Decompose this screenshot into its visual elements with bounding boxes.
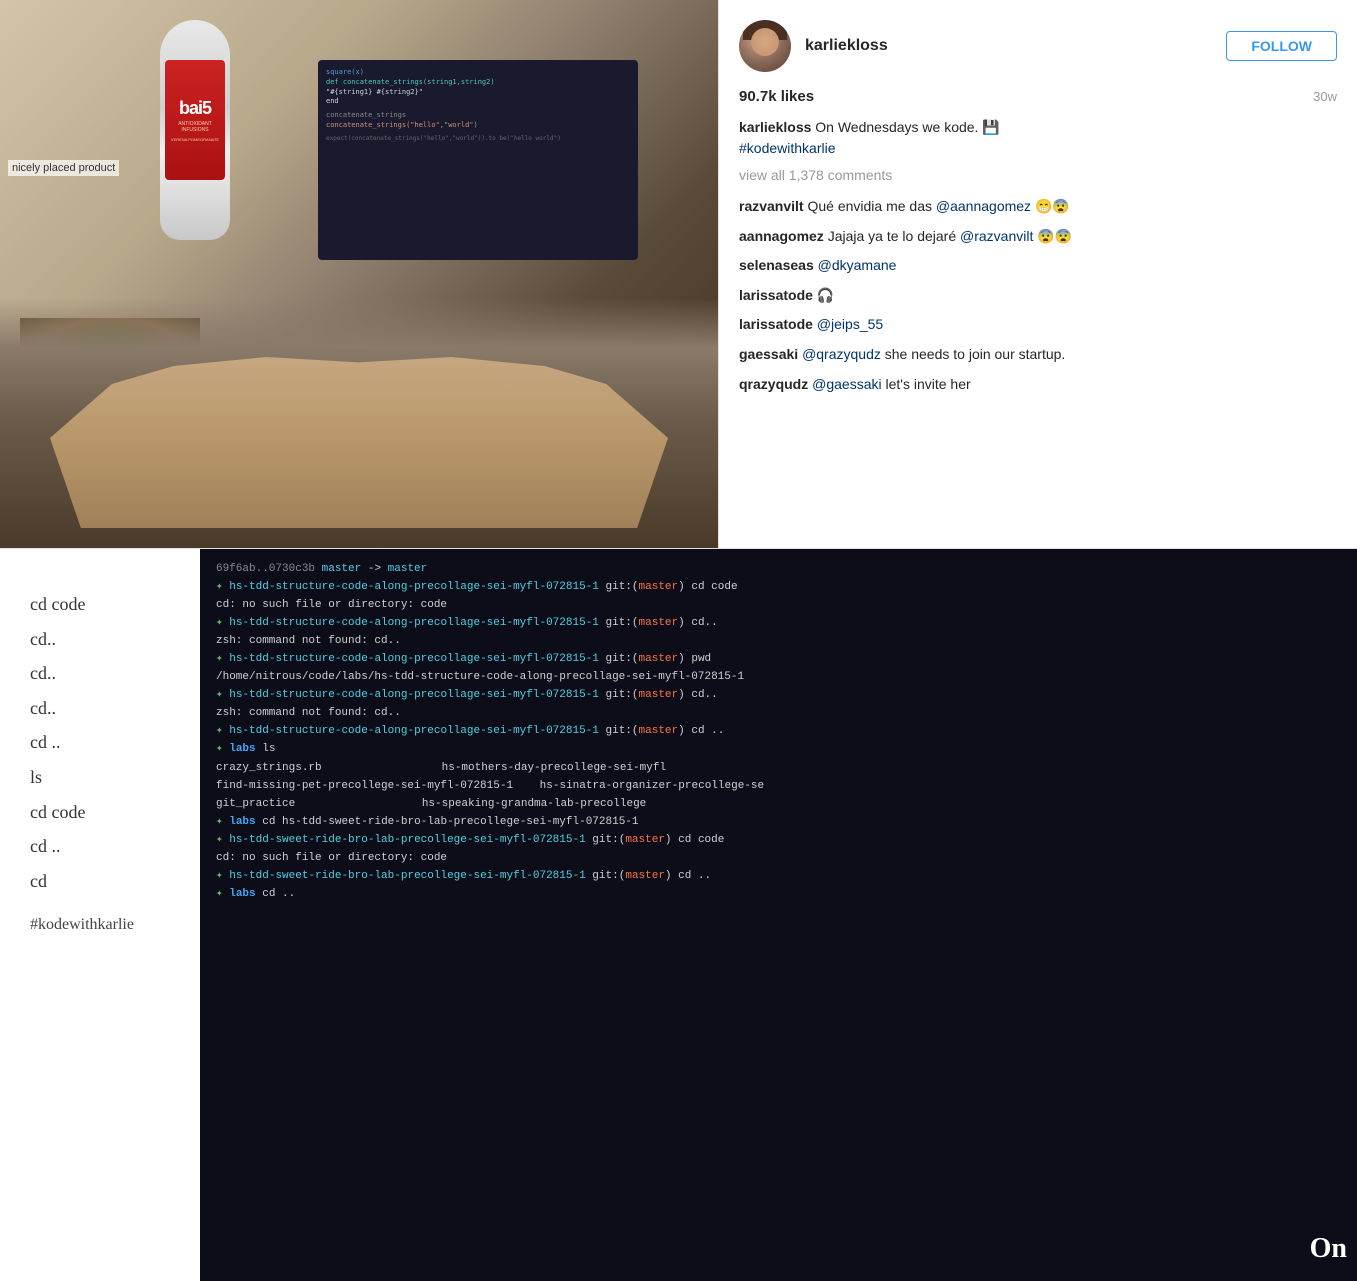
comment-item: larissatode @jeips_55 <box>739 315 1337 335</box>
comment-item: aannagomez Jajaja ya te lo dejaré @razva… <box>739 227 1337 247</box>
top-section: nicely placed product bai5 ANTIOXIDANTIN… <box>0 0 1357 548</box>
code-text-cd-dotdot: cd .. <box>30 831 180 862</box>
comment-list: razvanvilt Qué envidia me das @aannagome… <box>739 197 1337 394</box>
bottle-body: bai5 ANTIOXIDANTINFUSIONS VERENA POMEGRA… <box>160 20 230 240</box>
comment-username[interactable]: razvanvilt <box>739 198 804 214</box>
terminal-line: find-missing-pet-precollege-sei-myfl-072… <box>216 778 1341 795</box>
comment-username[interactable]: selenaseas <box>739 257 814 273</box>
terminal-line: zsh: command not found: cd.. <box>216 633 1341 650</box>
avatar[interactable] <box>739 20 791 72</box>
bai-bottle: bai5 ANTIOXIDANTINFUSIONS VERENA POMEGRA… <box>160 20 240 280</box>
comment-username[interactable]: aannagomez <box>739 228 824 244</box>
comment-text: Qué envidia me das <box>807 198 935 214</box>
main-container: nicely placed product bai5 ANTIOXIDANTIN… <box>0 0 1357 1281</box>
comment-username[interactable]: qrazyqudz <box>739 376 808 392</box>
code-line-7: expect(concatenate_strings("hello","worl… <box>326 135 630 143</box>
terminal-line: /home/nitrous/code/labs/hs-tdd-structure… <box>216 669 1341 686</box>
code-text-cd2: cd.. <box>30 658 180 689</box>
code-text-cd-code-2: cd code <box>30 797 180 828</box>
code-text-cd-space: cd .. <box>30 727 180 758</box>
terminal-line: ✦ labs cd .. <box>216 886 1341 903</box>
profile-header: karliekloss FOLLOW <box>739 20 1337 72</box>
comment-username[interactable]: larissatode <box>739 316 813 332</box>
keyboard-area <box>0 298 718 548</box>
bai-subtext: ANTIOXIDANTINFUSIONS <box>178 121 212 133</box>
terminal-line: ✦ hs-tdd-structure-code-along-precollage… <box>216 615 1341 632</box>
on-text-overlay: On <box>1310 1233 1347 1265</box>
top-photo: nicely placed product bai5 ANTIOXIDANTIN… <box>0 0 718 548</box>
comment-emoji: 😁😨 <box>1035 198 1070 214</box>
terminal-line: 69f6ab..0730c3b master -> master <box>216 561 1341 578</box>
comment-text: 🎧 <box>817 287 834 303</box>
bottom-section: cd code cd.. cd.. cd.. cd .. ls cd code … <box>0 548 1357 1281</box>
caption-username[interactable]: karliekloss <box>739 119 811 135</box>
comment-mention[interactable]: @qrazyqudz <box>802 346 881 362</box>
code-text-cd-code-1: cd code <box>30 589 180 620</box>
comment-mention[interactable]: @dkyamane <box>818 257 897 273</box>
right-panel: karliekloss FOLLOW 90.7k likes 30w karli… <box>718 0 1357 548</box>
terminal-line: ✦ labs ls <box>216 741 1341 758</box>
code-text-cd-bare: cd <box>30 866 180 897</box>
comment-username[interactable]: gaessaki <box>739 346 798 362</box>
follow-button[interactable]: FOLLOW <box>1226 31 1337 61</box>
terminal-line: ✦ hs-tdd-structure-code-along-precollage… <box>216 687 1341 704</box>
comment-item: qrazyqudz @gaessaki let's invite her <box>739 375 1337 395</box>
code-line-5: concatenate_strings <box>326 111 630 121</box>
code-line-1: square(x) <box>326 68 630 78</box>
bai-brand-text: bai5 <box>179 98 211 119</box>
laptop-screen: square(x) def concatenate_strings(string… <box>318 60 638 260</box>
likes-row: 90.7k likes 30w <box>739 88 1337 105</box>
comment-item: gaessaki @qrazyqudz she needs to join ou… <box>739 345 1337 365</box>
bai-flavor: VERENA POMEGRANATE <box>171 137 219 142</box>
terminal-line: crazy_strings.rb hs-mothers-day-precolle… <box>216 760 1341 777</box>
terminal-line: git_practice hs-speaking-grandma-lab-pre… <box>216 796 1341 813</box>
comment-mention[interactable]: @aannagomez <box>936 198 1031 214</box>
terminal-line: ✦ hs-tdd-sweet-ride-bro-lab-precollege-s… <box>216 868 1341 885</box>
comment-emoji: 😨😨 <box>1037 228 1072 244</box>
profile-username[interactable]: karliekloss <box>805 37 888 55</box>
comment-item: razvanvilt Qué envidia me das @aannagome… <box>739 197 1337 217</box>
terminal-panel: 69f6ab..0730c3b master -> master ✦ hs-td… <box>200 549 1357 1281</box>
comment-text: Jajaja ya te lo dejaré <box>828 228 960 244</box>
terminal-line: ✦ hs-tdd-structure-code-along-precollage… <box>216 723 1341 740</box>
comment-text: she needs to join our startup. <box>885 346 1066 362</box>
caption: karliekloss On Wednesdays we kode. 💾 #ko… <box>739 117 1337 159</box>
terminal-line: cd: no such file or directory: code <box>216 850 1341 867</box>
terminal-line: ✦ labs cd hs-tdd-sweet-ride-bro-lab-prec… <box>216 814 1341 831</box>
likes-count: 90.7k likes <box>739 88 814 105</box>
comment-item: larissatode 🎧 <box>739 286 1337 306</box>
code-text-ls: ls <box>30 762 180 793</box>
terminal-line: ✦ hs-tdd-structure-code-along-precollage… <box>216 579 1341 596</box>
terminal-background: 69f6ab..0730c3b master -> master ✦ hs-td… <box>200 549 1357 1281</box>
comment-item: selenaseas @dkyamane <box>739 256 1337 276</box>
caption-hashtag[interactable]: #kodewithkarlie <box>739 140 836 156</box>
comment-mention[interactable]: @razvanvilt <box>960 228 1033 244</box>
code-line-6: concatenate_strings("hello","world") <box>326 121 630 131</box>
avatar-face <box>751 28 779 56</box>
terminal-line: cd: no such file or directory: code <box>216 597 1341 614</box>
terminal-line: ✦ hs-tdd-sweet-ride-bro-lab-precollege-s… <box>216 832 1341 849</box>
photo-background: nicely placed product bai5 ANTIOXIDANTIN… <box>0 0 718 548</box>
code-line-4: end <box>326 97 630 107</box>
caption-text: On Wednesdays we kode. 💾 <box>815 119 1000 135</box>
view-comments-link[interactable]: view all 1,378 comments <box>739 167 1337 183</box>
hands <box>50 348 668 528</box>
hashtag-bottom[interactable]: #kodewithkarlie <box>30 916 180 934</box>
bottom-left-panel: cd code cd.. cd.. cd.. cd .. ls cd code … <box>0 549 200 1281</box>
terminal-line: zsh: command not found: cd.. <box>216 705 1341 722</box>
code-line-3: "#{string1} #{string2}" <box>326 88 630 98</box>
comment-username[interactable]: larissatode <box>739 287 813 303</box>
time-ago: 30w <box>1313 89 1337 104</box>
profile-left: karliekloss <box>739 20 888 72</box>
comment-mention[interactable]: @jeips_55 <box>817 316 883 332</box>
product-label: nicely placed product <box>8 160 119 176</box>
code-text-cd3: cd.. <box>30 693 180 724</box>
comment-text: let's invite her <box>885 376 970 392</box>
terminal-line: ✦ hs-tdd-structure-code-along-precollage… <box>216 651 1341 668</box>
code-text-cd1: cd.. <box>30 624 180 655</box>
code-line-2: def concatenate_strings(string1,string2) <box>326 78 630 88</box>
bai-label: bai5 ANTIOXIDANTINFUSIONS VERENA POMEGRA… <box>165 60 225 180</box>
comment-mention[interactable]: @gaessaki <box>812 376 881 392</box>
